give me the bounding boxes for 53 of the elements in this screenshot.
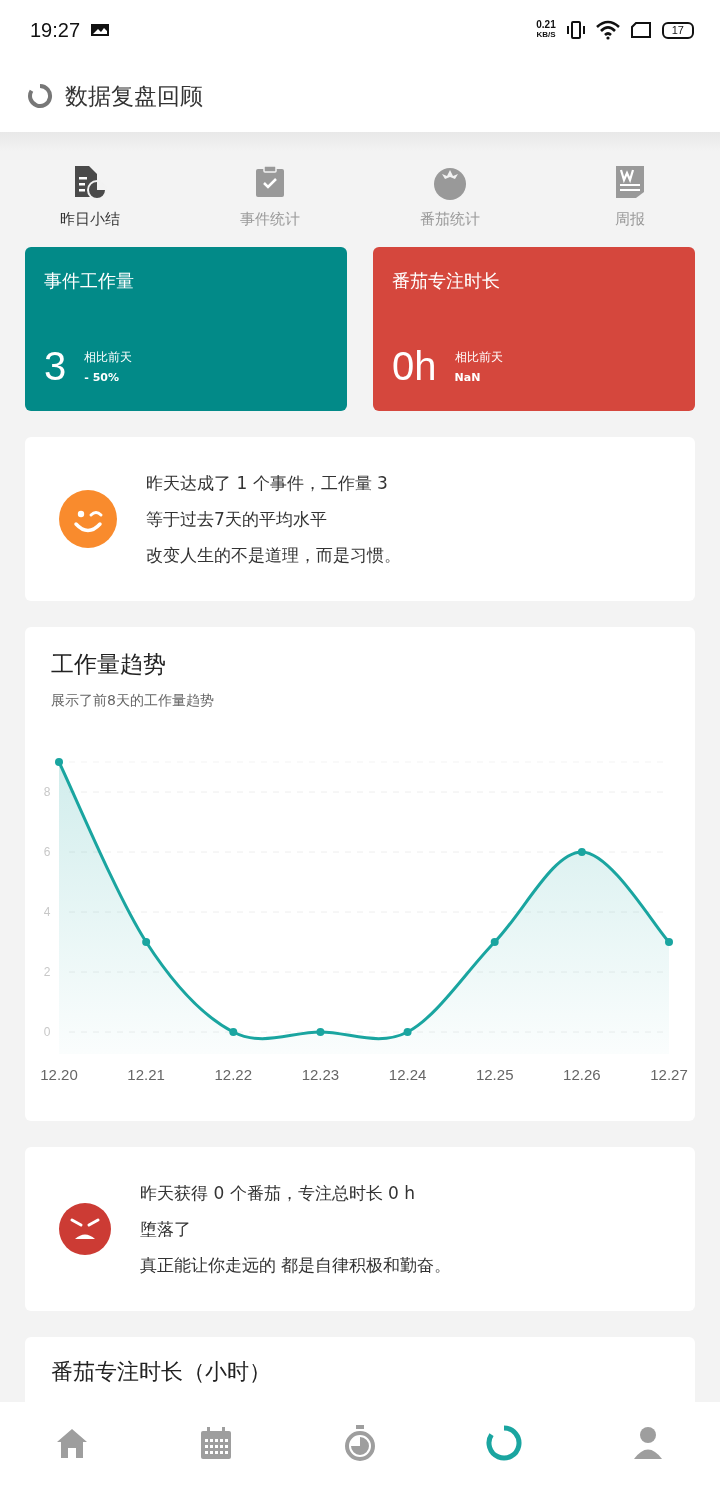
- x-axis-label: 12.24: [388, 1066, 427, 1083]
- ring-icon: [486, 1425, 522, 1461]
- compare-value: NaN: [454, 371, 482, 384]
- summary-line: 真正能让你走远的 都是自律积极和勤奋。: [140, 1253, 452, 1277]
- home-icon: [55, 1427, 89, 1459]
- document-chart-icon: [72, 164, 108, 200]
- data-point: [577, 848, 586, 856]
- status-time: 19:27: [30, 18, 81, 42]
- battery-indicator: 17: [661, 21, 694, 39]
- data-point: [316, 1028, 325, 1036]
- chart-title: 工作量趋势: [50, 650, 167, 679]
- x-axis-label: 12.27: [650, 1066, 688, 1083]
- data-point: [403, 1028, 412, 1036]
- tab[interactable]: 周报: [540, 164, 720, 229]
- stat-title: 番茄专注时长: [392, 269, 501, 293]
- x-axis-label: 12.23: [301, 1066, 340, 1083]
- summary-line: 等于过去7天的平均水平: [146, 507, 328, 531]
- stat-value: 0h: [392, 344, 437, 389]
- compare-label: 相比前天: [84, 349, 133, 366]
- vibrate-icon: [565, 20, 586, 40]
- x-axis-label: 12.22: [214, 1066, 253, 1083]
- x-axis-label: 12.26: [563, 1066, 601, 1083]
- card-title: 番茄专注时长（小时）: [51, 1359, 271, 1384]
- summary-line: 昨天达成了 1 个事件，工作量 3: [146, 471, 389, 495]
- compare-value: - 50%: [84, 371, 120, 384]
- stat-title: 事件工作量: [44, 269, 135, 293]
- document-w-icon: [614, 164, 646, 200]
- data-point: [490, 938, 499, 946]
- compare-label: 相比前天: [454, 349, 503, 366]
- calendar-icon: [199, 1426, 233, 1460]
- tab[interactable]: 昨日小结: [0, 164, 180, 229]
- x-axis-label: 12.21: [127, 1066, 165, 1083]
- x-axis-label: 12.20: [40, 1066, 78, 1083]
- page-title: 数据复盘回顾: [65, 81, 203, 111]
- data-point: [142, 938, 151, 946]
- wifi-icon: [595, 20, 620, 40]
- tab[interactable]: 番茄统计: [360, 164, 540, 229]
- sim-card-icon: [629, 21, 652, 39]
- x-axis-label: 12.25: [475, 1066, 514, 1083]
- person-icon: [633, 1426, 663, 1460]
- stat-value: 3: [44, 344, 67, 389]
- summary-line: 昨天获得 0 个番茄，专注总时长 0 h: [140, 1181, 417, 1205]
- summary-line: 改变人生的不是道理，而是习惯。: [146, 543, 401, 567]
- summary-line: 堕落了: [140, 1217, 192, 1241]
- data-point: [229, 1028, 238, 1036]
- data-point: [665, 938, 673, 946]
- data-point: [55, 758, 63, 766]
- ring-icon: [27, 83, 53, 109]
- chart-subtitle: 展示了前8天的工作量趋势: [50, 692, 215, 710]
- network-speed: 0.21 KB/S: [536, 20, 556, 40]
- stopwatch-icon: [344, 1424, 376, 1462]
- image-notification-icon: [90, 23, 111, 37]
- tab[interactable]: 事件统计: [180, 164, 360, 229]
